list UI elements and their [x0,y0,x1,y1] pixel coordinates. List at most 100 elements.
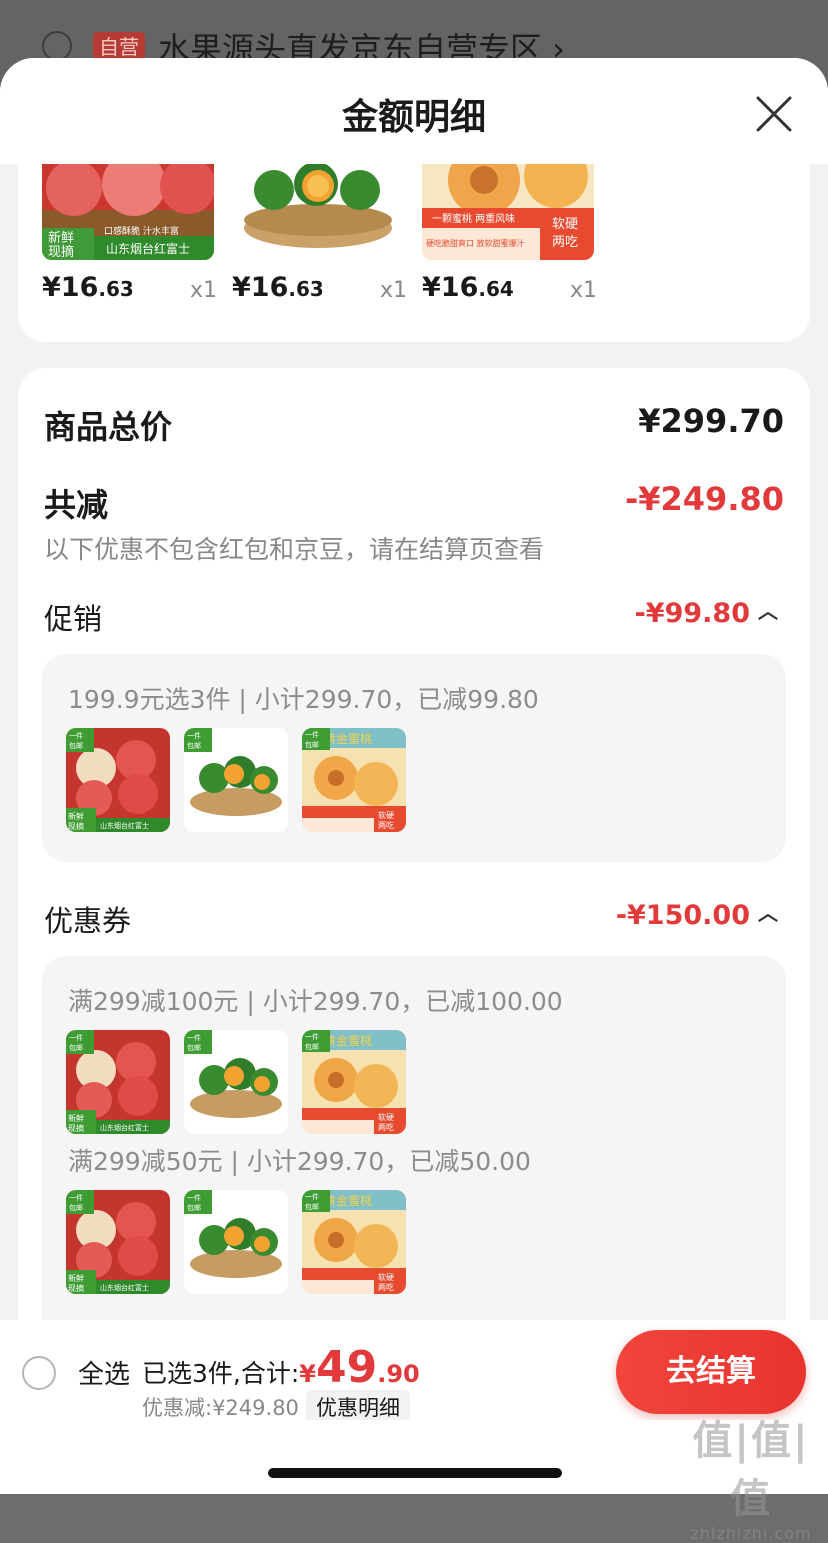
svg-text:包邮: 包邮 [305,1042,319,1051]
svg-text:现摘: 现摘 [48,244,74,260]
total-amount: ¥49.90 [299,1342,420,1393]
svg-text:黄金蜜桃: 黄金蜜桃 [324,1193,372,1208]
coupon-product-images: 一件 包邮 新鲜 现摘 山东烟台红富士 一件 包邮 黄金蜜桃 软硬 两吃 一件 … [66,1030,416,1134]
select-all-label[interactable]: 全选 [78,1354,130,1391]
svg-text:山东烟台红富士: 山东烟台红富士 [100,821,149,830]
watermark-logo: 值|值|值 [692,1418,810,1522]
peach-thumbnail: 黄金蜜桃 软硬 两吃 一件 包邮 [302,1190,406,1294]
sheet-title: 金额明细 [341,97,486,138]
product-item-apple[interactable]: 新鲜 现摘 口感酥脆 汁水丰富 山东烟台红富士 ¥16.63 x1 [36,162,218,332]
svg-text:包邮: 包邮 [69,1043,83,1052]
product-item-peach[interactable]: 一颗蜜桃 两重风味 硬吃脆甜爽口 放软甜蜜爆汁 软硬 两吃 ¥16.64 x1 [416,162,598,332]
amount-detail-sheet: 新鲜 现摘 口感酥脆 汁水丰富 山东烟台红富士 ¥16.63 x1 ¥16.63… [0,58,828,1494]
coupon-rule: 满299减100元 | 小计299.70，已减100.00 [68,987,563,1016]
svg-text:两吃: 两吃 [378,1122,394,1132]
svg-text:新鲜: 新鲜 [68,811,84,821]
svg-text:包邮: 包邮 [187,1203,201,1212]
svg-text:一件: 一件 [69,1193,83,1202]
product-strip-card: 新鲜 现摘 口感酥脆 汁水丰富 山东烟台红富士 ¥16.63 x1 ¥16.63… [18,162,810,342]
svg-text:山东烟台红富士: 山东烟台红富士 [100,1283,149,1292]
svg-text:一件: 一件 [187,1193,201,1202]
chevron-up-icon: ︿ [758,599,778,623]
watermark-url: zhizhizhi.com [690,1524,812,1543]
discount-detail-button[interactable]: 优惠明细 [306,1390,410,1424]
svg-text:两吃: 两吃 [378,820,394,830]
peach-thumbnail: 黄金蜜桃 软硬 两吃 一件 包邮 [302,728,406,832]
coupon-detail-box: 满299减100元 | 小计299.70，已减100.00 一件 包邮 新鲜 现… [42,956,786,1376]
svg-text:包邮: 包邮 [187,1043,201,1052]
apple-thumbnail: 一件 包邮 新鲜 现摘 山东烟台红富士 [66,728,170,832]
svg-text:软硬: 软硬 [378,1112,394,1122]
svg-text:一件: 一件 [69,731,83,740]
product-price: ¥16.63 [42,272,134,303]
promo-label: 促销 [44,602,103,636]
close-icon[interactable] [754,94,794,134]
product-item-orange[interactable]: ¥16.63 x1 [226,162,408,332]
coupon-value: -¥150.00 [615,900,750,931]
svg-text:一颗蜜桃 两重风味: 一颗蜜桃 两重风味 [432,212,515,225]
promo-value: -¥99.80 [634,598,750,629]
apple-product-image: 新鲜 现摘 口感酥脆 汁水丰富 山东烟台红富士 [42,162,214,260]
svg-text:一件: 一件 [305,1192,319,1201]
chevron-up-icon: ︿ [758,901,778,925]
svg-text:软硬: 软硬 [378,1272,394,1282]
svg-text:现摘: 现摘 [68,821,84,831]
selected-count: 已选3件,合计: [142,1359,300,1388]
product-qty: x1 [380,278,408,303]
svg-text:一件: 一件 [187,731,201,740]
coupon-label: 优惠券 [44,904,132,938]
peach-thumbnail: 黄金蜜桃 软硬 两吃 一件 包邮 [302,1030,406,1134]
svg-text:包邮: 包邮 [305,740,319,749]
coupon-product-images: 一件 包邮 新鲜 现摘 山东烟台红富士 一件 包邮 黄金蜜桃 软硬 两吃 一件 … [66,1190,416,1294]
amount-summary-card: 商品总价 ¥299.70 共减 -¥249.80 以下优惠不包含红包和京豆，请在… [18,368,810,1376]
svg-text:一件: 一件 [305,1032,319,1041]
svg-text:一件: 一件 [187,1033,201,1042]
orange-thumbnail: 一件 包邮 [184,1030,288,1134]
product-qty: x1 [570,278,598,303]
apple-thumbnail: 一件 包邮 新鲜 现摘 山东烟台红富士 [66,1030,170,1134]
svg-text:现摘: 现摘 [68,1123,84,1133]
orange-thumbnail: 一件 包邮 [184,728,288,832]
coupon-rule: 满299减50元 | 小计299.70，已减50.00 [68,1147,531,1176]
svg-text:软硬: 软硬 [552,217,578,232]
svg-text:一件: 一件 [69,1033,83,1042]
checkout-button[interactable]: 去结算 [616,1330,806,1414]
product-price: ¥16.63 [232,272,324,303]
promo-detail-box: 199.9元选3件 | 小计299.70，已减99.80 一件 包邮 新鲜 现摘… [42,654,786,862]
svg-text:包邮: 包邮 [305,1202,319,1211]
svg-text:山东烟台红富士: 山东烟台红富士 [106,241,190,256]
svg-text:两吃: 两吃 [378,1282,394,1292]
background-store-radio [42,31,72,61]
home-indicator[interactable] [268,1468,562,1478]
sheet-header: 金额明细 [0,58,828,164]
orange-thumbnail: 一件 包邮 [184,1190,288,1294]
peach-product-image: 一颗蜜桃 两重风味 硬吃脆甜爽口 放软甜蜜爆汁 软硬 两吃 [422,162,594,260]
promo-product-images: 一件 包邮 新鲜 现摘 山东烟台红富士 一件 包邮 黄金蜜桃 软硬 两吃 一件 … [66,728,416,832]
svg-text:软硬: 软硬 [378,810,394,820]
svg-text:硬吃脆甜爽口 放软甜蜜爆汁: 硬吃脆甜爽口 放软甜蜜爆汁 [426,238,525,248]
svg-text:包邮: 包邮 [69,741,83,750]
watermark: 值|值|值 zhizhizhi.com [676,1408,826,1543]
coupon-toggle[interactable]: -¥150.00 ︿ [616,900,778,931]
svg-text:口感酥脆 汁水丰富: 口感酥脆 汁水丰富 [104,225,179,237]
discount-note: 以下优惠不包含红包和京豆，请在结算页查看 [44,535,545,564]
svg-text:两吃: 两吃 [552,234,578,250]
svg-text:一件: 一件 [305,730,319,739]
select-all-radio[interactable] [22,1356,56,1390]
promo-toggle[interactable]: -¥99.80 ︿ [635,598,778,629]
product-qty: x1 [190,278,218,303]
total-price-value: ¥299.70 [638,402,784,440]
svg-text:新鲜: 新鲜 [48,230,74,246]
orange-product-image [232,162,404,260]
svg-text:黄金蜜桃: 黄金蜜桃 [324,731,372,746]
svg-text:包邮: 包邮 [69,1203,83,1212]
svg-text:黄金蜜桃: 黄金蜜桃 [324,1033,372,1048]
total-price-label: 商品总价 [44,408,173,446]
svg-text:新鲜: 新鲜 [68,1273,84,1283]
checkout-bar: 全选 已选3件,合计:¥49.90 优惠减:¥249.80 优惠明细 去结算 [0,1320,828,1424]
total-reduce-label: 共减 [44,486,109,524]
selected-summary: 已选3件,合计:¥49.90 [142,1342,420,1393]
svg-text:现摘: 现摘 [68,1283,84,1293]
total-reduce-value: -¥249.80 [624,480,784,518]
promo-rule: 199.9元选3件 | 小计299.70，已减99.80 [68,685,539,714]
